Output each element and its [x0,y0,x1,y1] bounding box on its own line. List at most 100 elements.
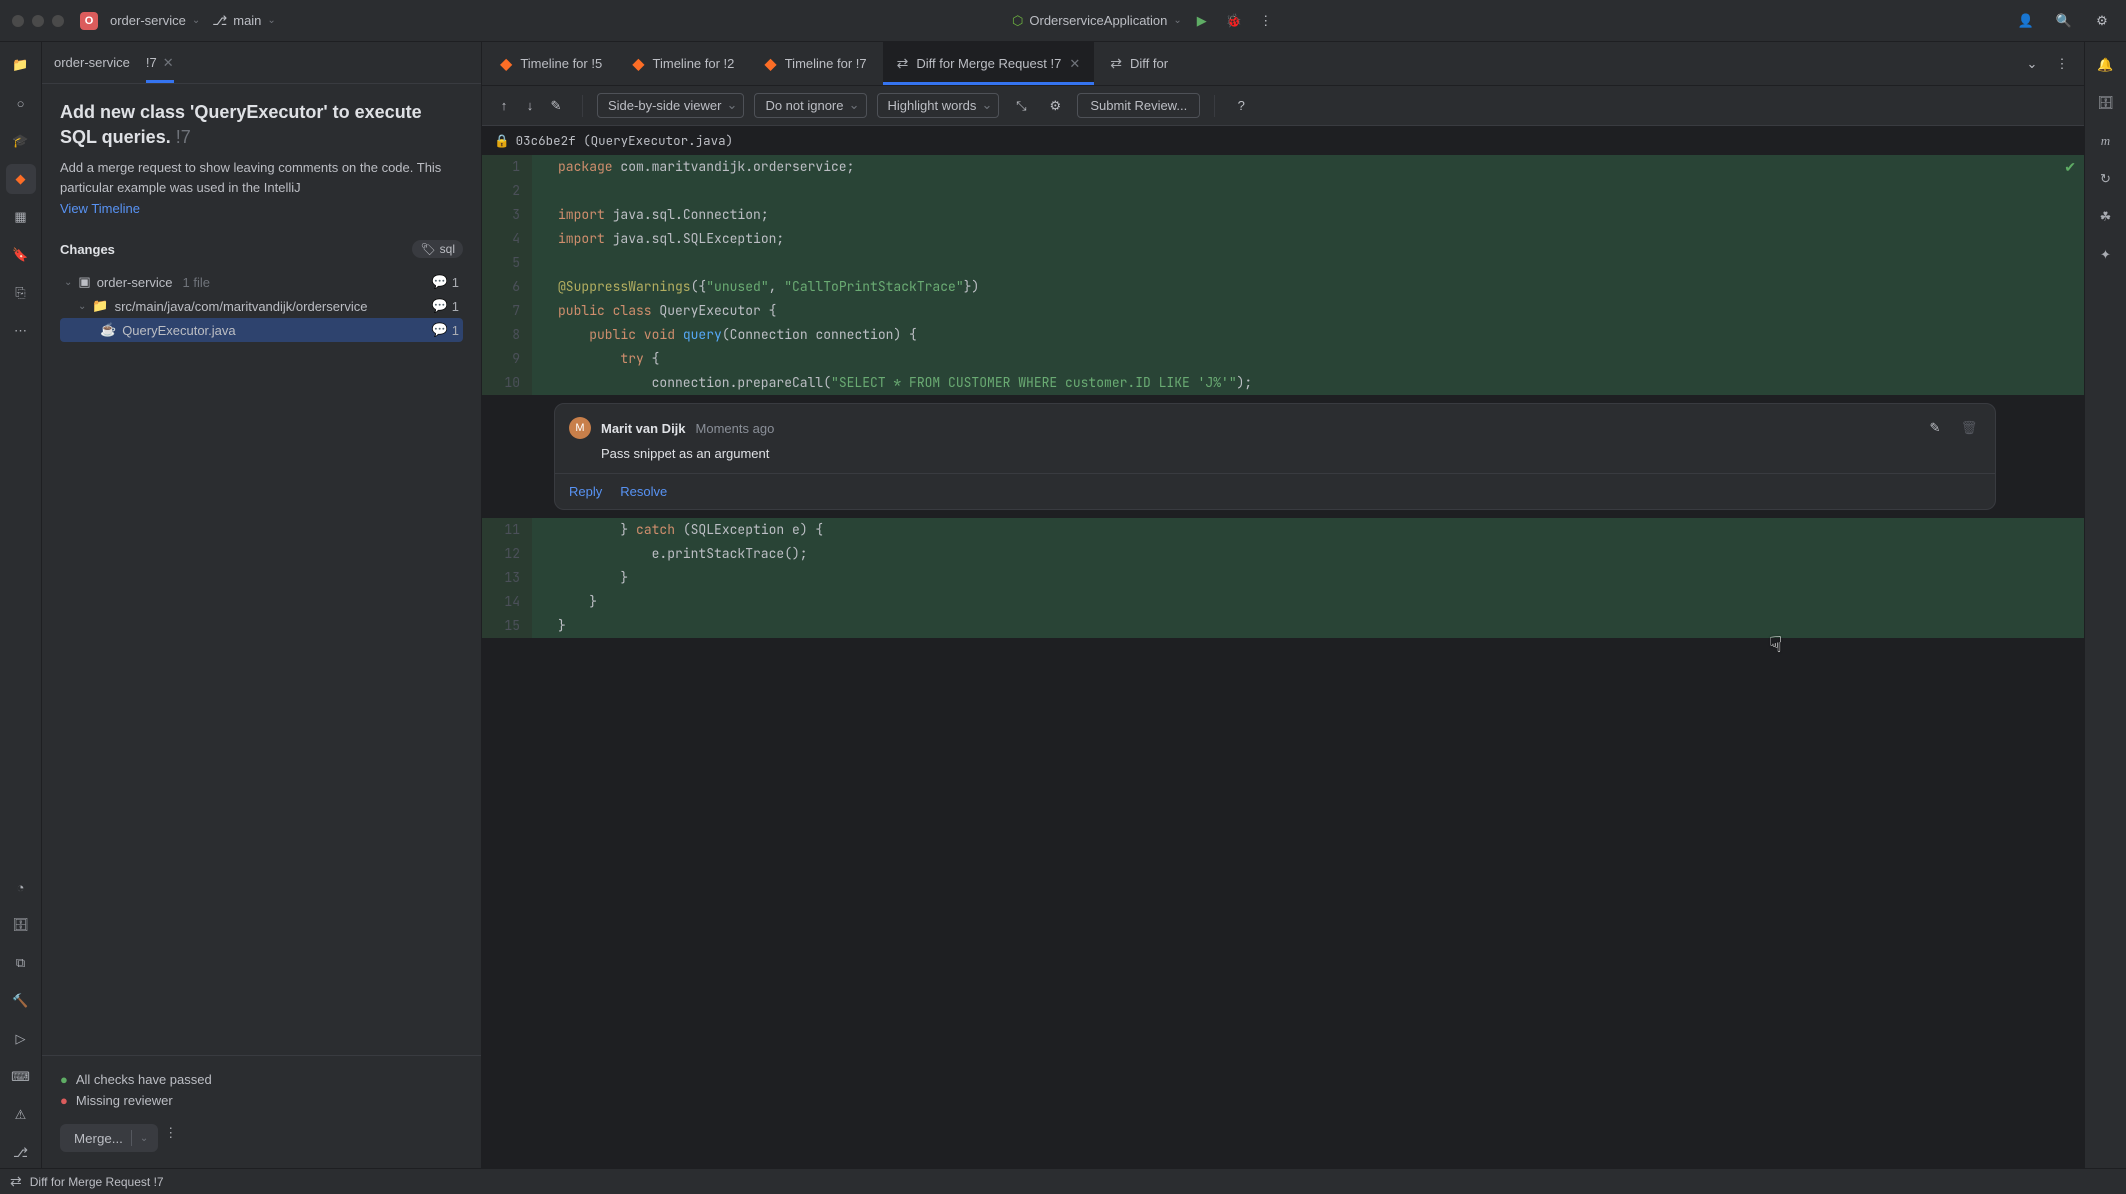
mr-id: !7 [176,127,191,147]
learn-tool-icon[interactable]: 🎓 [6,126,36,156]
folder-icon: ▣ [78,274,90,290]
delete-comment-icon[interactable]: 🗑 [1957,416,1981,440]
prev-diff-icon[interactable]: ↑ [492,94,516,118]
project-selector[interactable]: O order-service ⌄ [80,12,200,30]
breadcrumb-tab[interactable]: order-service [54,42,130,83]
comment-count: 💬 1 [432,322,459,338]
help-icon[interactable]: ? [1229,94,1253,118]
edit-comment-icon[interactable]: ✎ [1923,416,1947,440]
run-config-selector[interactable]: ⬡ OrderserviceApplication ⌄ [1012,13,1182,29]
ai-assistant-icon[interactable]: ✦ [2091,240,2121,270]
chevron-down-icon: ⌄ [64,277,72,288]
vcs-tool-icon[interactable]: ⎇ [6,1138,36,1168]
tab-label: Timeline for !7 [785,56,867,71]
commit-tool-icon[interactable]: ○ [6,88,36,118]
services-tool-icon[interactable]: ⧉ [6,948,36,978]
run-tool-icon[interactable]: ▷ [6,1024,36,1054]
check-warn-row: ● Missing reviewer [60,1093,463,1108]
view-timeline-link[interactable]: View Timeline [60,201,463,216]
viewer-select-label: Side-by-side viewer [608,98,721,113]
lock-icon: 🔒 [494,132,510,149]
ignore-select[interactable]: Do not ignore [754,93,866,118]
chevron-down-icon: ⌄ [267,15,275,26]
changes-tree: ⌄ ▣ order-service 1 file 💬 1 ⌄ 📁 src/mai… [60,270,463,342]
pull-requests-tool-icon[interactable]: ⎘ [6,278,36,308]
check-passed-row: ● All checks have passed [60,1072,463,1087]
meter-tool-icon[interactable]: ◔ [6,872,36,902]
history-icon[interactable]: ↻ [2091,164,2121,194]
zoom-dot[interactable] [52,15,64,27]
more-options-icon[interactable]: ⋮ [164,1125,177,1141]
reply-link[interactable]: Reply [569,484,602,499]
mr-tab[interactable]: !7 ✕ [146,42,174,83]
close-icon[interactable]: ✕ [1069,56,1080,72]
tree-file-row[interactable]: ☕ QueryExecutor.java 💬 1 [60,318,463,342]
highlight-select[interactable]: Highlight words [877,93,1000,118]
sql-chip[interactable]: 🏷 sql [412,240,463,258]
merge-button[interactable]: Merge... ⌄ [60,1124,158,1152]
terminal-tool-icon[interactable]: ⌨ [6,1062,36,1092]
edit-diff-icon[interactable]: ✎ [544,94,568,118]
minimize-dot[interactable] [32,15,44,27]
editor-tab-timeline5[interactable]: ◆ Timeline for !5 [486,42,616,85]
editor-tab-diff7[interactable]: ⇄ Diff for Merge Request !7 ✕ [883,42,1095,85]
tab-label: Diff for Merge Request !7 [916,56,1061,71]
comment-icon: 💬 [432,274,448,290]
editor-tab-timeline2[interactable]: ◆ Timeline for !2 [618,42,748,85]
close-dot[interactable] [12,15,24,27]
spring-icon: ⬡ [1012,13,1023,29]
code-viewer[interactable]: ✔ 1package com.maritvandijk.orderservice… [482,155,2084,1168]
inspection-ok-icon: ✔ [2064,159,2076,176]
search-icon[interactable]: 🔍 [2052,9,2076,33]
database-panel-icon[interactable]: 🗄 [2091,88,2121,118]
database-tool-icon[interactable]: 🗄 [6,910,36,940]
check-passed-label: All checks have passed [76,1072,212,1087]
run-config-name: OrderserviceApplication [1029,13,1167,28]
more-actions-button[interactable]: ⋮ [1254,9,1278,33]
tab-more-icon[interactable]: ⋮ [2050,52,2074,76]
structure-tool-icon[interactable]: ▦ [6,202,36,232]
statusbar-text: Diff for Merge Request !7 [30,1175,164,1189]
editor-tab-timeline7[interactable]: ◆ Timeline for !7 [750,42,880,85]
maven-panel-icon[interactable]: m [2091,126,2121,156]
comment-icon: 💬 [432,322,448,338]
window-controls [12,15,64,27]
notifications-icon[interactable]: 🔔 [2091,50,2121,80]
debug-button[interactable]: 🐞 [1222,9,1246,33]
checks-section: ● All checks have passed ● Missing revie… [42,1055,481,1168]
tree-folder-row[interactable]: ⌄ 📁 src/main/java/com/maritvandijk/order… [60,294,463,318]
bookmarks-tool-icon[interactable]: 🔖 [6,240,36,270]
check-warn-label: Missing reviewer [76,1093,173,1108]
main-layout: 📁 ○ 🎓 ◆ ▦ 🔖 ⎘ ⋯ ◔ 🗄 ⧉ 🔨 ▷ ⌨ ⚠ ⎇ order-se… [0,42,2126,1168]
changes-heading: Changes [60,242,115,257]
tab-dropdown-icon[interactable]: ⌄ [2020,52,2044,76]
editor-tab-diff-more[interactable]: ⇄ Diff for [1096,42,1182,85]
tree-file-label: QueryExecutor.java [122,323,235,338]
settings-icon[interactable]: ⚙ [2090,9,2114,33]
tree-project-row[interactable]: ⌄ ▣ order-service 1 file 💬 1 [60,270,463,294]
settings-gear-icon[interactable]: ⚙ [1043,94,1067,118]
resolve-link[interactable]: Resolve [620,484,667,499]
project-tool-icon[interactable]: 📁 [6,50,36,80]
right-toolbar: 🔔 🗄 m ↻ ☘ ✦ [2084,42,2126,1168]
more-tool-icon[interactable]: ⋯ [6,316,36,346]
gitlab-icon: ◆ [632,54,644,74]
problems-tool-icon[interactable]: ⚠ [6,1100,36,1130]
build-tool-icon[interactable]: 🔨 [6,986,36,1016]
collapse-icon[interactable]: ⤡ [1009,94,1033,118]
next-diff-icon[interactable]: ↓ [518,94,542,118]
file-header: 🔒 03c6be2f (QueryExecutor.java) [482,126,2084,155]
close-icon[interactable]: ✕ [163,55,174,71]
branch-name: main [233,13,261,28]
chevron-down-icon: ⌄ [1173,15,1181,26]
submit-review-button[interactable]: Submit Review... [1077,93,1200,118]
code-with-me-icon[interactable]: 👤 [2014,9,2038,33]
java-file-icon: ☕ [100,322,116,338]
merge-button-label: Merge... [74,1131,123,1146]
viewer-select[interactable]: Side-by-side viewer [597,93,744,118]
editor-area: ◆ Timeline for !5 ◆ Timeline for !2 ◆ Ti… [482,42,2084,1168]
run-button[interactable]: ▶ [1190,9,1214,33]
gitlab-tool-icon[interactable]: ◆ [6,164,36,194]
beans-icon[interactable]: ☘ [2091,202,2121,232]
branch-selector[interactable]: ⎇ main ⌄ [212,13,276,29]
